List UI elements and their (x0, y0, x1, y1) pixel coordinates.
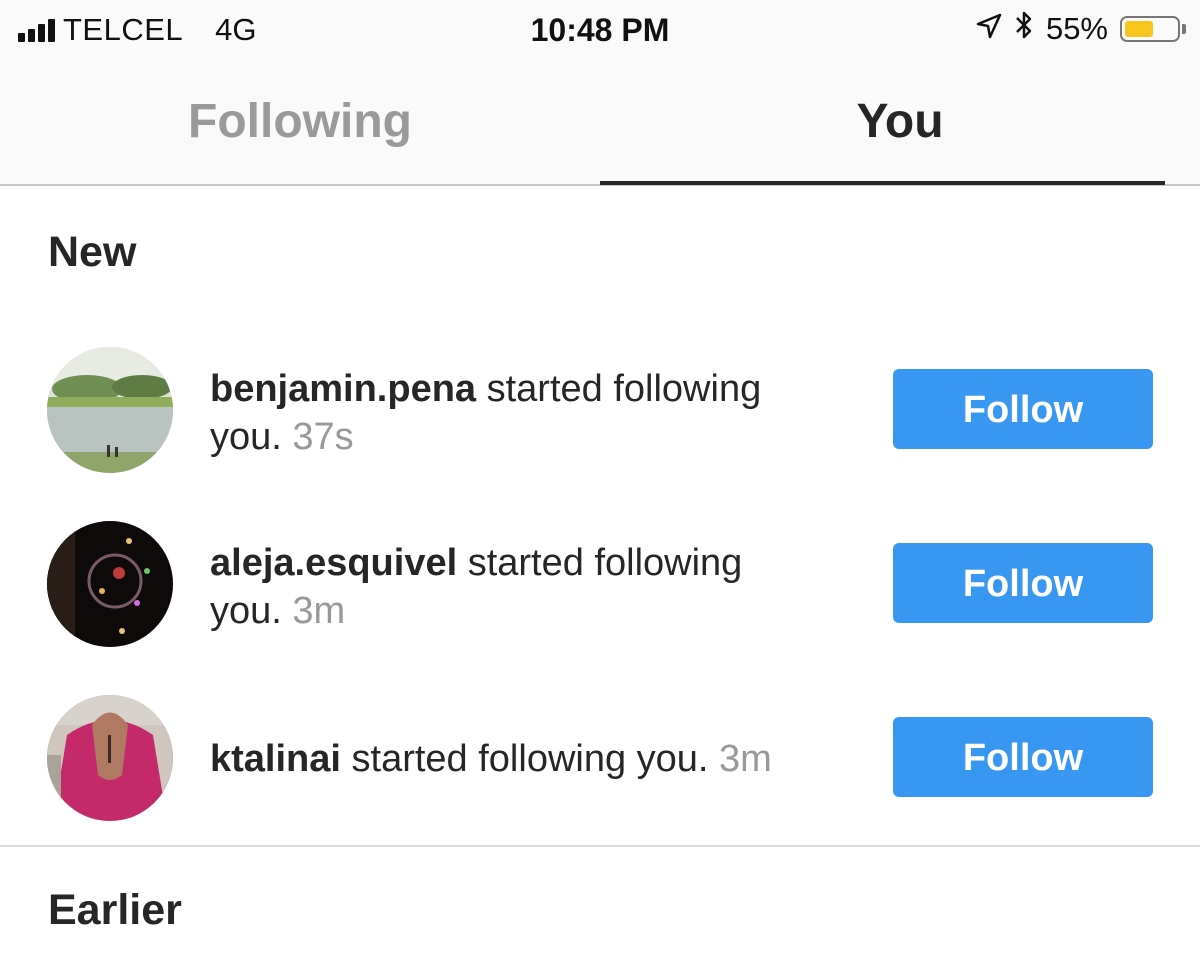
section-title-new: New (48, 228, 137, 276)
notification-text: ktalinai started following you. 3m (210, 735, 870, 783)
follow-button[interactable]: Follow (893, 369, 1153, 449)
section-title-earlier: Earlier (48, 886, 182, 934)
notification-time: 3m (719, 738, 772, 780)
list-item: aleja.esquivel started following you. 3m… (0, 519, 1200, 649)
notification-time: 3m (292, 590, 346, 632)
notification-action: started following (476, 368, 762, 410)
username-link[interactable]: ktalinai (210, 738, 341, 780)
list-item: benjamin.pena started following you. 37s… (0, 345, 1200, 475)
battery-icon (1120, 16, 1186, 42)
follow-button[interactable]: Follow (893, 717, 1153, 797)
battery-percent: 55% (1045, 11, 1108, 46)
list-item: ktalinai started following you. 3m Follo… (0, 693, 1200, 823)
notification-action: started following (457, 542, 743, 584)
notification-action-cont: you. (210, 416, 282, 458)
tab-you[interactable]: You (600, 64, 1200, 184)
status-bar: TELCEL 4G 10:48 PM 55% (0, 0, 1200, 64)
section-divider (0, 845, 1200, 847)
notification-action-cont: you. (210, 590, 282, 632)
status-right: 55% (976, 10, 1186, 48)
avatar[interactable] (47, 695, 173, 821)
bluetooth-icon (1014, 10, 1034, 48)
activity-tabs: Following You (0, 64, 1200, 186)
active-tab-indicator (600, 181, 1165, 185)
notification-action: started following you. (340, 738, 709, 780)
battery-level (1125, 21, 1153, 37)
username-link[interactable]: benjamin.pena (210, 368, 476, 410)
location-arrow-icon (976, 11, 1002, 47)
notification-text: benjamin.pena started following you. 37s (210, 365, 850, 461)
follow-button[interactable]: Follow (893, 543, 1153, 623)
notification-time: 37s (292, 416, 354, 458)
tab-following[interactable]: Following (0, 64, 600, 184)
avatar[interactable] (47, 347, 173, 473)
username-link[interactable]: aleja.esquivel (210, 542, 457, 584)
notification-text: aleja.esquivel started following you. 3m (210, 539, 850, 635)
avatar[interactable] (47, 521, 173, 647)
